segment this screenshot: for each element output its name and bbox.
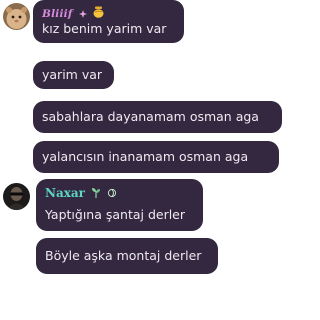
message-text: Böyle aşka montaj derler bbox=[45, 248, 202, 263]
message-text: Yaptığına şantaj derler bbox=[45, 207, 186, 222]
message-bubble[interactable]: yalancısın inanamam osman aga bbox=[33, 141, 279, 173]
message-bubble[interactable]: Böyle aşka montaj derler bbox=[36, 238, 218, 274]
sparkle-icon bbox=[78, 7, 87, 21]
user-avatar-bliiif[interactable] bbox=[3, 3, 30, 30]
plant-icon bbox=[91, 187, 101, 201]
message-text: yalancısın inanamam osman aga bbox=[42, 149, 249, 164]
message-text: yarim var bbox=[42, 67, 103, 82]
message-text: sabahlara dayanamam osman aga bbox=[42, 109, 259, 124]
leaf-swirl-icon bbox=[107, 187, 117, 201]
message-bubble[interactable]: sabahlara dayanamam osman aga bbox=[33, 101, 282, 133]
message-bubble[interactable]: yarim var bbox=[33, 61, 114, 89]
message-sender: Naxar bbox=[45, 186, 117, 200]
sender-name[interactable]: Bliiif bbox=[42, 8, 73, 20]
message-sender: Bliiif bbox=[42, 6, 104, 20]
chat-log: Bliiif kız benim yarim var yarim var sab… bbox=[0, 0, 283, 320]
hamster-avatar-icon bbox=[3, 3, 30, 30]
sender-name[interactable]: Naxar bbox=[45, 186, 85, 200]
honey-pot-icon bbox=[93, 6, 104, 21]
message-bubble[interactable]: Naxar Yaptığına şantaj derler bbox=[36, 179, 203, 231]
message-text: kız benim yarim var bbox=[42, 21, 167, 36]
user-avatar-naxar[interactable] bbox=[3, 183, 30, 210]
message-bubble[interactable]: Bliiif kız benim yarim var bbox=[33, 0, 184, 43]
dark-portrait-avatar-icon bbox=[3, 183, 30, 210]
